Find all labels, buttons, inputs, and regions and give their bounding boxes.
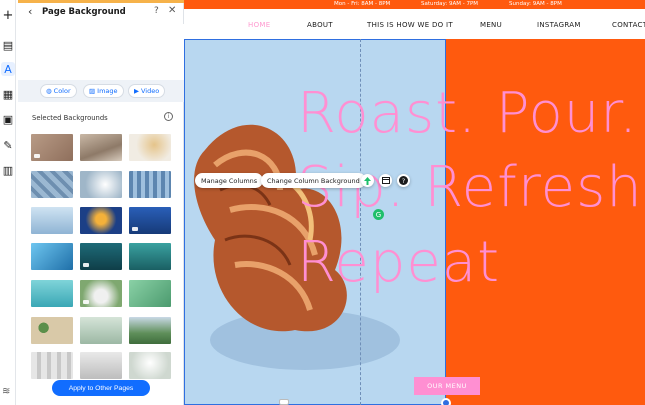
nav-menu[interactable]: MENU [480,21,502,29]
grammarly-icon[interactable]: G [373,209,384,220]
left-toolbar: + ▤ A ▦ ▣ ✎ ▥ ≋ [0,0,16,405]
apply-to-other-pages-button[interactable]: Apply to Other Pages [52,380,150,396]
video-indicator-icon [132,227,138,231]
manage-columns-button[interactable]: Manage Columns [195,173,264,188]
site-navigation: HOME ABOUT THIS IS HOW WE DO IT MENU INS… [184,9,645,39]
section-resize-handle[interactable] [279,399,289,405]
image-button[interactable]: ▨ Image [83,84,124,98]
image-button-label: Image [97,87,118,95]
apps-icon[interactable]: ▦ [1,87,15,101]
background-thumbnail[interactable] [31,243,73,270]
media-icon[interactable]: ▣ [1,112,15,126]
background-type-row: ◍ Color ▨ Image ▶ Video [18,80,184,102]
change-column-background-button[interactable]: Change Column Background [261,173,366,188]
background-thumbnail[interactable] [80,171,122,198]
animation-icon[interactable] [361,174,374,187]
back-icon[interactable]: ‹ [28,5,32,18]
background-thumbnail[interactable] [129,171,171,198]
hero-line-3: Repeat [297,230,501,295]
video-indicator-icon [83,300,89,304]
hero-line-2: Sip. Refresh. [297,155,645,220]
info-icon[interactable]: i [164,112,173,121]
column-resize-handle[interactable] [441,398,451,405]
background-thumbnail[interactable] [80,317,122,344]
color-button-label: Color [53,87,71,95]
background-thumbnail[interactable] [31,317,73,344]
pages-icon[interactable]: ▤ [1,38,15,52]
hours-weekday: Mon - Fri: 8AM - 8PM [334,1,391,7]
background-thumbnail[interactable] [80,243,122,270]
site-canvas: Mon - Fri: 8AM - 8PM Saturday: 9AM - 7PM… [184,0,645,405]
close-icon[interactable]: ✕ [168,5,176,16]
image-icon: ▨ [89,87,96,95]
layout-icon[interactable] [379,174,392,187]
business-icon[interactable]: ▥ [1,163,15,177]
video-button[interactable]: ▶ Video [128,84,166,98]
help-icon[interactable]: ? [154,6,159,16]
page-background-panel: ‹ Page Background ? ✕ ◍ Color ▨ Image ▶ … [18,0,184,405]
background-thumbnail[interactable] [80,352,122,379]
hero-line-1: Roast. Pour. [297,81,638,146]
video-indicator-icon [83,263,89,267]
background-thumbnail[interactable] [80,134,122,161]
panel-accent-bar [18,0,184,3]
background-thumbnail[interactable] [31,134,73,161]
video-indicator-icon [34,154,40,158]
background-thumbnail[interactable] [31,352,73,379]
hours-sunday: Sunday: 9AM - 8PM [509,1,562,7]
video-icon: ▶ [134,87,139,95]
selected-backgrounds-label: Selected Backgrounds [32,114,108,122]
help-circle-icon[interactable]: ? [397,174,410,187]
hours-bar: Mon - Fri: 8AM - 8PM Saturday: 9AM - 7PM… [184,0,645,9]
background-preview [18,24,184,80]
background-thumbnail[interactable] [129,207,171,234]
svg-text:?: ? [402,177,405,185]
video-button-label: Video [141,87,160,95]
background-thumbnail[interactable] [129,243,171,270]
nav-about[interactable]: ABOUT [307,21,333,29]
hours-saturday: Saturday: 9AM - 7PM [421,1,479,7]
background-thumbnail[interactable] [31,171,73,198]
background-thumbnail[interactable] [80,280,122,307]
background-thumbnail[interactable] [31,207,73,234]
background-thumbnail[interactable] [129,317,171,344]
panel-header: ‹ Page Background ? ✕ [18,4,184,22]
pen-icon[interactable]: ✎ [1,138,15,152]
nav-how-we-do-it[interactable]: THIS IS HOW WE DO IT [367,21,453,29]
layers-icon[interactable]: ≋ [2,386,10,397]
nav-home[interactable]: HOME [248,21,270,29]
design-icon[interactable]: A [1,62,15,76]
nav-instagram[interactable]: INSTAGRAM [537,21,581,29]
color-button[interactable]: ◍ Color [40,84,77,98]
color-icon: ◍ [46,87,52,95]
nav-contact[interactable]: CONTACT [612,21,645,29]
panel-title: Page Background [42,7,126,17]
background-thumbnail[interactable] [129,280,171,307]
background-thumbnail[interactable] [31,280,73,307]
background-thumbnail[interactable] [80,207,122,234]
background-thumbnail[interactable] [129,352,171,379]
add-icon[interactable]: + [1,8,15,23]
background-thumbnail[interactable] [129,134,171,161]
our-menu-button[interactable]: OUR MENU [414,377,480,395]
